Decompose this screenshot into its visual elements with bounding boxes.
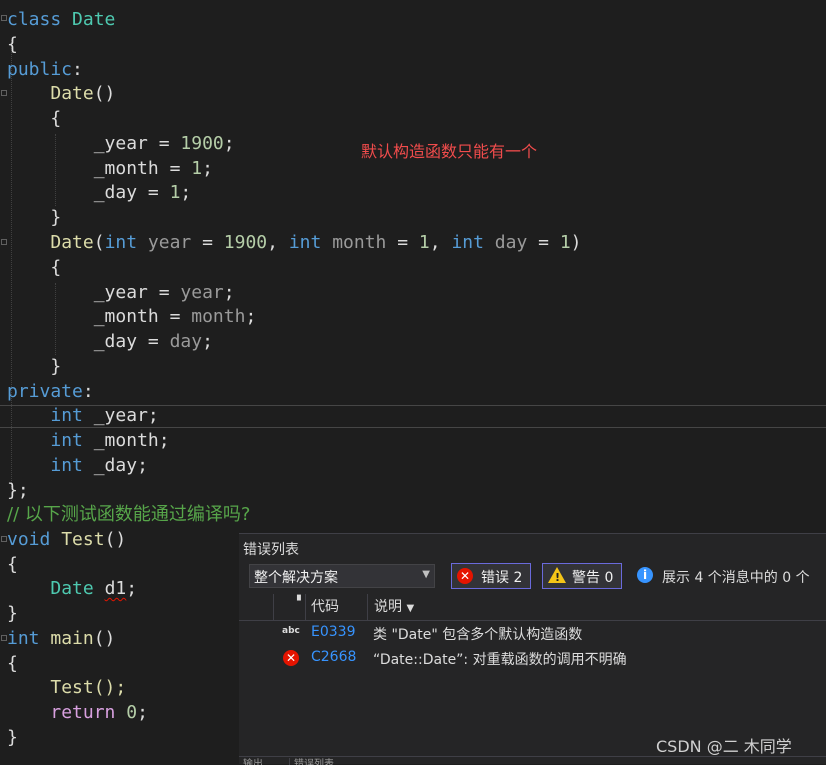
code-line: Date(int year = 1900, int month = 1, int… — [50, 232, 582, 253]
code-line: _year = 1900; — [93, 133, 235, 154]
code-line: } — [50, 207, 62, 228]
code-line: } — [50, 356, 62, 377]
code-line: int _day; — [50, 455, 148, 476]
error-icon: ✕ — [457, 568, 473, 584]
scope-dropdown-value: 整个解决方案 — [254, 570, 338, 586]
watermark: CSDN @二 木同学 — [656, 737, 792, 756]
table-row[interactable]: ✕ C2668 “Date::Date”: 对重载函数的调用不明确 — [239, 646, 826, 670]
sort-icon[interactable]: ▝ — [293, 596, 301, 620]
code-line: Date d1; — [50, 578, 138, 599]
tab-output[interactable]: 输出 — [243, 758, 263, 765]
errors-filter-button[interactable]: ✕ 错误 2 — [451, 563, 531, 589]
spell-check-icon: abc — [282, 626, 300, 636]
messages-filter-label[interactable]: 展示 4 个消息中的 0 个 — [662, 567, 810, 587]
scope-dropdown[interactable]: 整个解决方案 ▼ — [249, 564, 435, 588]
chevron-down-icon: ▼ — [406, 603, 415, 614]
code-line: int _month; — [50, 430, 170, 451]
code-line: void Test() — [7, 529, 127, 550]
code-line: Test(); — [50, 677, 127, 698]
code-line: { — [7, 554, 18, 575]
code-line: { — [50, 257, 62, 278]
panel-tabs: 输出 错误列表 — [239, 756, 826, 765]
error-description: “Date::Date”: 对重载函数的调用不明确 — [373, 652, 627, 668]
annotation-text: 默认构造函数只能有一个 — [361, 142, 538, 161]
error-list-panel: 错误列表 整个解决方案 ▼ ✕ 错误 2 ! 警告 0 i 展示 4 个消息中的… — [239, 533, 826, 765]
code-line: int main() — [7, 628, 116, 649]
column-header-description[interactable]: 说明 ▼ — [374, 596, 414, 620]
chevron-down-icon: ▼ — [422, 569, 430, 580]
tab-error-list[interactable]: 错误列表 — [289, 758, 334, 765]
code-line: { — [7, 34, 18, 55]
error-code: C2668 — [311, 649, 357, 665]
column-header-code[interactable]: 代码 — [311, 596, 339, 620]
code-line: { — [50, 108, 62, 129]
error-icon: ✕ — [283, 650, 299, 666]
code-line: _month = month; — [93, 306, 257, 327]
code-line: _year = year; — [93, 282, 235, 303]
code-line: } — [7, 727, 18, 748]
code-line: } — [7, 603, 18, 624]
code-line: }; — [7, 480, 29, 501]
error-squiggle: d1 — [104, 578, 127, 599]
code-line: _day = 1; — [93, 182, 192, 203]
code-line: return 0; — [50, 702, 148, 723]
code-line: _month = 1; — [93, 158, 213, 179]
code-line: // 以下测试函数能通过编译吗? — [7, 504, 251, 525]
table-row[interactable]: abc E0339 类 "Date" 包含多个默认构造函数 — [239, 621, 826, 645]
code-line: private: — [7, 381, 94, 402]
warnings-filter-button[interactable]: ! 警告 0 — [542, 563, 622, 589]
code-line: Date() — [50, 83, 116, 104]
code-line: { — [7, 653, 18, 674]
code-line: public: — [7, 59, 83, 80]
panel-title: 错误列表 — [243, 542, 299, 558]
column-divider — [305, 594, 306, 620]
code-line: _day = day; — [93, 331, 213, 352]
info-icon[interactable]: i — [637, 567, 653, 583]
code-line: class Date — [7, 9, 116, 30]
error-code: E0339 — [311, 624, 356, 640]
code-line: int _year; — [50, 405, 159, 426]
column-divider — [367, 594, 368, 620]
error-description: 类 "Date" 包含多个默认构造函数 — [373, 627, 583, 643]
column-divider — [273, 594, 274, 620]
